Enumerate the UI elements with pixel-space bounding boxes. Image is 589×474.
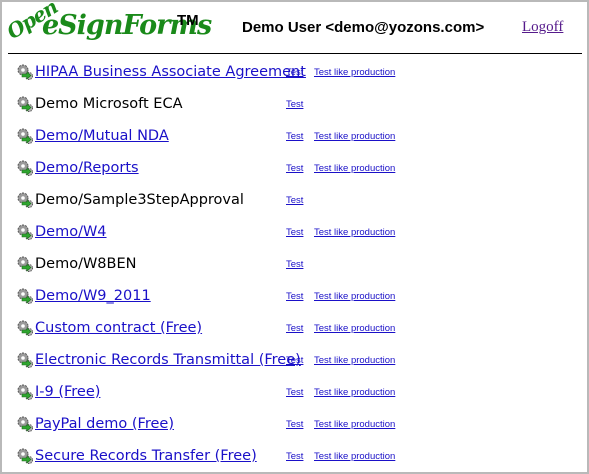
package-row: Demo/Sample3StepApproval Test bbox=[2, 185, 587, 217]
package-row: I-9 (Free) Test Test like production bbox=[2, 377, 587, 409]
test-like-production-link[interactable]: Test like production bbox=[314, 291, 395, 302]
package-link[interactable]: Demo/W4 bbox=[35, 224, 107, 240]
gear-icon bbox=[16, 63, 34, 81]
test-link[interactable]: Test bbox=[286, 195, 303, 206]
package-name: Demo/Sample3StepApproval bbox=[35, 192, 244, 208]
gear-icon bbox=[16, 415, 34, 433]
gear-icon bbox=[16, 127, 34, 145]
test-like-production-link[interactable]: Test like production bbox=[314, 323, 395, 334]
package-row: Demo/W8BEN Test bbox=[2, 249, 587, 281]
gear-icon bbox=[16, 159, 34, 177]
gear-icon bbox=[16, 95, 34, 113]
test-link[interactable]: Test bbox=[286, 99, 303, 110]
test-link[interactable]: Test bbox=[286, 67, 303, 78]
package-row: Secure Records Transfer (Free) Test Test l… bbox=[2, 441, 587, 472]
gear-icon bbox=[16, 191, 34, 209]
current-user-label: Demo User <demo@yozons.com> bbox=[242, 19, 485, 36]
header: Open eSignForms TM Demo User <demo@yozon… bbox=[2, 2, 587, 54]
gear-icon bbox=[16, 351, 34, 369]
esignforms-logo: Open eSignForms TM bbox=[2, 2, 212, 52]
package-link[interactable]: PayPal demo (Free) bbox=[35, 416, 174, 432]
test-link[interactable]: Test bbox=[286, 387, 303, 398]
test-like-production-link[interactable]: Test like production bbox=[314, 355, 395, 366]
test-like-production-link[interactable]: Test like production bbox=[314, 387, 395, 398]
logo-trademark: TM bbox=[177, 12, 199, 29]
test-link[interactable]: Test bbox=[286, 131, 303, 142]
test-link[interactable]: Test bbox=[286, 419, 303, 430]
package-link[interactable]: Secure Records Transfer (Free) bbox=[35, 448, 257, 464]
package-link[interactable]: I-9 (Free) bbox=[35, 384, 100, 400]
package-link[interactable]: Demo/W9_2011 bbox=[35, 288, 151, 304]
package-row: Demo/Reports Test Test like production bbox=[2, 153, 587, 185]
package-row: Electronic Records Transmittal (Free) Tes… bbox=[2, 345, 587, 377]
package-row: Demo/Mutual NDA Test Test like production bbox=[2, 121, 587, 153]
test-link[interactable]: Test bbox=[286, 451, 303, 462]
package-link[interactable]: Custom contract (Free) bbox=[35, 320, 202, 336]
gear-icon bbox=[16, 383, 34, 401]
package-link[interactable]: Demo/Mutual NDA bbox=[35, 128, 169, 144]
test-like-production-link[interactable]: Test like production bbox=[314, 227, 395, 238]
gear-icon bbox=[16, 319, 34, 337]
package-link[interactable]: Demo/Reports bbox=[35, 160, 139, 176]
package-row: PayPal demo (Free) Test Test like producti… bbox=[2, 409, 587, 441]
gear-icon bbox=[16, 255, 34, 273]
package-name: Demo Microsoft ECA bbox=[35, 96, 183, 112]
test-like-production-link[interactable]: Test like production bbox=[314, 163, 395, 174]
test-like-production-link[interactable]: Test like production bbox=[314, 419, 395, 430]
package-row: Demo/W4 Test Test like production bbox=[2, 217, 587, 249]
gear-icon bbox=[16, 287, 34, 305]
gear-icon bbox=[16, 223, 34, 241]
test-like-production-link[interactable]: Test like production bbox=[314, 67, 395, 78]
test-like-production-link[interactable]: Test like production bbox=[314, 131, 395, 142]
test-link[interactable]: Test bbox=[286, 291, 303, 302]
test-link[interactable]: Test bbox=[286, 227, 303, 238]
gear-icon bbox=[16, 447, 34, 465]
logoff-link[interactable]: Logoff bbox=[522, 19, 563, 36]
test-link[interactable]: Test bbox=[286, 355, 303, 366]
test-link[interactable]: Test bbox=[286, 163, 303, 174]
package-row: Demo/W9_2011 Test Test like production bbox=[2, 281, 587, 313]
package-row: Demo Microsoft ECA Test bbox=[2, 89, 587, 121]
test-link[interactable]: Test bbox=[286, 323, 303, 334]
page-frame: Open eSignForms TM Demo User <demo@yozon… bbox=[0, 0, 589, 474]
header-divider bbox=[8, 53, 582, 54]
package-row: HIPAA Business Associate Agreement Test Te… bbox=[2, 57, 587, 89]
package-link[interactable]: HIPAA Business Associate Agreement bbox=[35, 64, 306, 80]
package-row: Custom contract (Free) Test Test like prod… bbox=[2, 313, 587, 345]
package-name: Demo/W8BEN bbox=[35, 256, 137, 272]
package-link[interactable]: Electronic Records Transmittal (Free) bbox=[35, 352, 301, 368]
test-link[interactable]: Test bbox=[286, 259, 303, 270]
test-like-production-link[interactable]: Test like production bbox=[314, 451, 395, 462]
